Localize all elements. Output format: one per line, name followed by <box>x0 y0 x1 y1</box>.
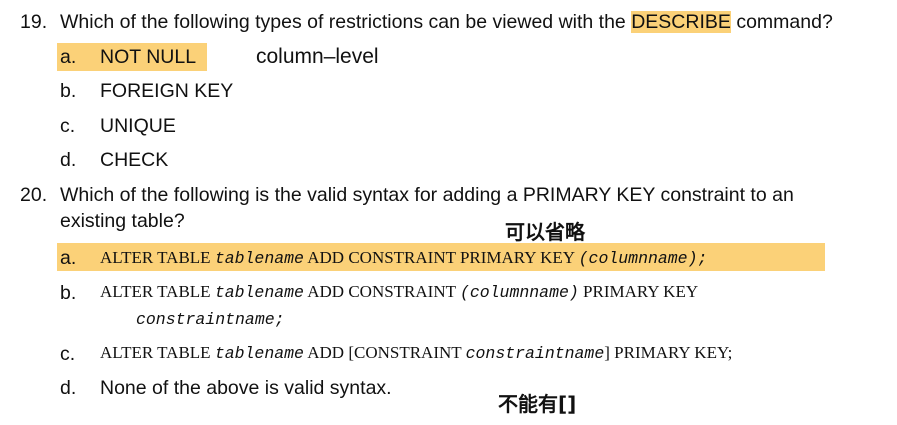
option-20-b-code-line1: ALTER TABLE tablename ADD CONSTRAINT (co… <box>100 282 699 302</box>
question-19-number: 19. <box>20 11 48 33</box>
option-19-c-text: UNIQUE <box>100 115 176 137</box>
question-19-text-after: command? <box>736 11 833 33</box>
question-20-line2: existing table? <box>60 210 185 232</box>
option-19-c-letter: c. <box>60 115 76 137</box>
option-20-a-code: ALTER TABLE tablename ADD CONSTRAINT PRI… <box>100 248 708 268</box>
option-19-a-letter: a. <box>60 46 77 68</box>
option-20-b-letter: b. <box>60 282 77 304</box>
option-20-d-text: None of the above is valid syntax. <box>100 377 392 399</box>
option-20-b-code-line2: constraintname; <box>136 310 285 329</box>
option-19-b-text: FOREIGN KEY <box>100 80 234 102</box>
describe-keyword: DESCRIBE <box>631 11 731 33</box>
handwritten-note-no-brackets: 不能有[] <box>498 392 577 416</box>
question-19-text: Which of the following types of restrict… <box>60 9 833 35</box>
handwritten-note-can-omit: 可以省略 <box>505 220 585 244</box>
option-19-d-text: CHECK <box>100 149 169 171</box>
handwritten-note-column-level: column–level <box>256 45 379 68</box>
option-19-a-text: NOT NULL <box>100 46 197 68</box>
option-20-a-letter: a. <box>60 247 77 269</box>
question-20-line1: Which of the following is the valid synt… <box>60 184 794 206</box>
option-19-b-letter: b. <box>60 80 77 102</box>
question-19-text-before: Which of the following types of restrict… <box>60 11 626 33</box>
option-20-c-letter: c. <box>60 343 76 365</box>
option-20-c-code: ALTER TABLE tablename ADD [CONSTRAINT co… <box>100 343 733 363</box>
option-20-d-letter: d. <box>60 377 77 399</box>
question-20-number: 20. <box>20 184 48 206</box>
option-19-d-letter: d. <box>60 149 77 171</box>
